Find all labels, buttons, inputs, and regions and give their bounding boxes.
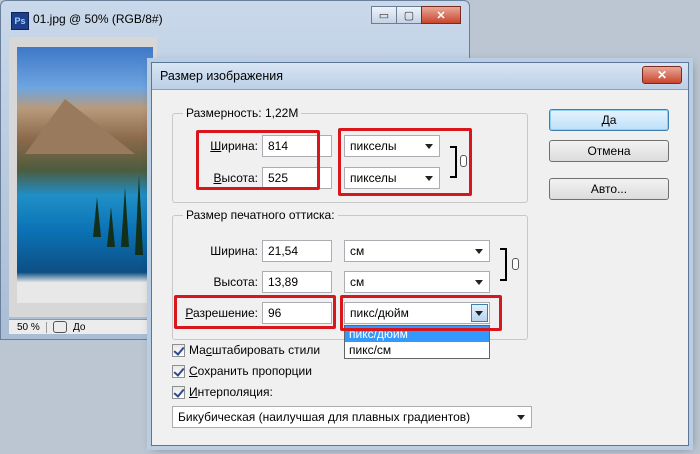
mountain-shape <box>25 99 135 154</box>
minimize-button[interactable]: ▭ <box>371 6 397 24</box>
chevron-down-icon <box>475 280 483 285</box>
scale-styles-label: Масштабировать стили <box>189 343 321 357</box>
checkbox-checked-icon[interactable] <box>172 385 185 399</box>
document-statusbar: 50 % До <box>9 319 157 334</box>
chevron-down-icon <box>475 249 483 254</box>
dialog-title: Размер изображения <box>160 69 283 83</box>
document-size-label: Размер печатного оттиска: <box>183 208 338 222</box>
close-button[interactable]: ✕ <box>421 6 461 24</box>
image-size-dialog: Размер изображения ✕ Размерность: 1,22M … <box>151 62 689 446</box>
print-width-label: Ширина: <box>210 244 258 258</box>
ok-button[interactable]: Да <box>549 109 669 131</box>
resolution-option-ppcm[interactable]: пикс/см <box>345 342 489 358</box>
constrain-proportions-checkbox[interactable]: Сохранить пропорции <box>172 364 312 378</box>
tree-shape <box>121 187 129 247</box>
tree-shape <box>135 175 143 255</box>
resample-label: Интерполяция: <box>189 385 273 399</box>
print-height-label: Высота: <box>213 275 258 289</box>
photoshop-icon: Ps <box>11 12 29 30</box>
checkbox-checked-icon[interactable] <box>172 364 185 378</box>
resample-checkbox[interactable]: Интерполяция: <box>172 385 273 399</box>
chain-link-icon <box>512 258 519 270</box>
document-titlebar[interactable]: Ps 01.jpg @ 50% (RGB/8#) ▭ ▢ ✕ <box>1 1 469 37</box>
print-width-unit-select[interactable]: см <box>344 240 490 262</box>
document-canvas[interactable] <box>9 37 157 317</box>
interpolation-method-select[interactable]: Бикубическая (наилучшая для плавных град… <box>172 406 532 428</box>
print-height-unit-select[interactable]: см <box>344 271 490 293</box>
highlight-box-pixel-values <box>196 130 320 190</box>
status-icon[interactable] <box>53 321 67 333</box>
dialog-titlebar[interactable]: Размер изображения ✕ <box>152 63 688 90</box>
highlight-box-resolution-unit <box>340 295 502 331</box>
pixel-dimensions-label: Размерность: 1,22M <box>183 106 302 120</box>
tree-shape <box>93 197 101 237</box>
cancel-button[interactable]: Отмена <box>549 140 669 162</box>
highlight-box-resolution <box>174 295 336 329</box>
zoom-level[interactable]: 50 % <box>9 321 47 333</box>
auto-button[interactable]: Авто... <box>549 178 669 200</box>
scale-styles-checkbox[interactable]: Масштабировать стили <box>172 343 320 357</box>
landscape-photo <box>17 47 153 303</box>
dialog-close-button[interactable]: ✕ <box>642 66 682 84</box>
highlight-box-pixel-units <box>338 128 472 196</box>
print-height-input[interactable]: 13,89 <box>262 271 332 293</box>
maximize-button[interactable]: ▢ <box>396 6 422 24</box>
constrain-proportions-label: Сохранить пропорции <box>189 364 312 378</box>
tree-shape <box>107 207 115 247</box>
document-status-text: До <box>73 321 86 333</box>
print-width-input[interactable]: 21,54 <box>262 240 332 262</box>
chevron-down-icon <box>517 415 525 420</box>
pixel-dimensions-size: 1,22M <box>264 106 299 120</box>
constrain-bracket <box>500 248 507 281</box>
checkbox-checked-icon[interactable] <box>172 343 185 357</box>
document-title: 01.jpg @ 50% (RGB/8#) <box>33 12 163 26</box>
